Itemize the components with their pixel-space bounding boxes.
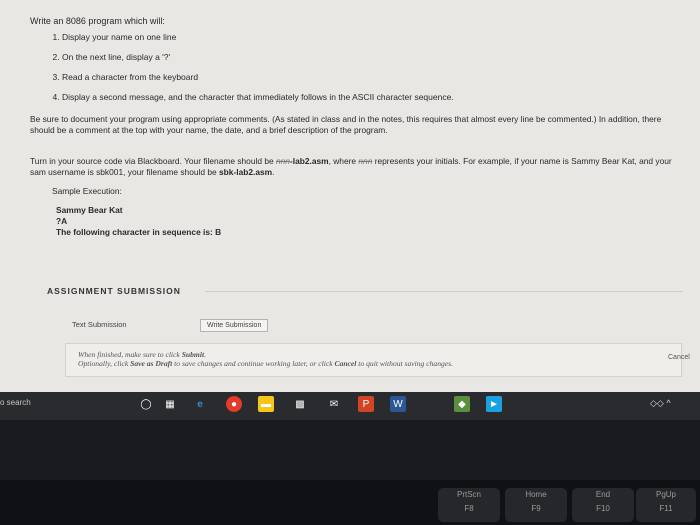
sample-line: ?A: [56, 216, 68, 226]
assignment-instructions: Write an 8086 program which will: Displa…: [30, 10, 680, 238]
step-item: Display a second message, and the charac…: [62, 92, 680, 102]
filename-note: Turn in your source code via Blackboard.…: [30, 156, 672, 177]
key-sublabel: F9: [531, 504, 541, 513]
key-end: End F10: [572, 488, 634, 522]
submission-section-title: ASSIGNMENT SUBMISSION: [47, 286, 181, 296]
key-sublabel: F10: [596, 504, 610, 513]
store-icon[interactable]: ▩: [292, 396, 308, 412]
laptop-bezel: [0, 420, 700, 480]
hint-line-2: Optionally, click Save as Draft to save …: [78, 359, 453, 368]
hint-line-1: When finished, make sure to click Submit…: [78, 350, 206, 359]
key-label: PgUp: [655, 490, 676, 499]
key-sublabel: F11: [659, 504, 673, 513]
hint-cancel: Cancel: [334, 359, 357, 368]
filename-note-mid: , where: [328, 156, 359, 166]
key-label: End: [595, 490, 611, 499]
documentation-note: Be sure to document your program using a…: [30, 114, 662, 135]
sample-execution: Sample Execution: Sammy Bear Kat ?A The …: [52, 186, 680, 238]
app-icon[interactable]: ◆: [454, 396, 470, 412]
sample-line: The following character in sequence is: …: [56, 227, 222, 237]
windows-taskbar: [0, 392, 700, 420]
hint-submit: Submit: [181, 350, 205, 359]
filename-initials: nnn: [275, 156, 290, 166]
key-label: Home: [525, 490, 547, 499]
hint-line-2-mid: to save changes and continue working lat…: [172, 359, 335, 368]
step-item: Display your name on one line: [62, 32, 680, 42]
filename-note-prefix: Turn in your source code via Blackboard.…: [30, 156, 276, 166]
sample-label: Sample Execution:: [52, 186, 122, 196]
key-prtscn: PrtScn F8: [438, 488, 500, 522]
hint-line-1-prefix: When finished, make sure to click: [78, 350, 182, 359]
hint-line-2-prefix: Optionally, click: [78, 359, 131, 368]
hint-save-draft: Save as Draft: [130, 359, 173, 368]
hint-line-2-rest: to quit without saving changes.: [356, 359, 454, 368]
instructions-intro: Write an 8086 program which will:: [30, 16, 165, 26]
word-icon[interactable]: W: [390, 396, 406, 412]
mail-icon[interactable]: ✉: [326, 396, 342, 412]
step-item: On the next line, display a '?': [62, 52, 680, 62]
key-label: PrtScn: [456, 490, 481, 499]
powerpoint-icon[interactable]: P: [358, 396, 374, 412]
cancel-button[interactable]: Cancel: [668, 354, 690, 361]
task-view-icon[interactable]: ◯: [138, 396, 154, 412]
instruction-steps: Display your name on one line On the nex…: [30, 32, 680, 102]
edge-icon[interactable]: e: [192, 396, 208, 412]
browser-content: Write an 8086 program which will: Displa…: [0, 0, 700, 392]
key-pgup: PgUp F11: [636, 488, 696, 522]
filename-bold: -lab2.asm: [289, 156, 329, 166]
filename-example: sbk-lab2.asm: [219, 167, 273, 177]
app2-icon[interactable]: ►: [486, 396, 502, 412]
taskbar-search[interactable]: o search: [0, 398, 31, 407]
tab-text-submission[interactable]: Text Submission: [68, 318, 131, 331]
submission-hint: When finished, make sure to click Submit…: [78, 350, 453, 368]
system-tray[interactable]: ◇◇ ^: [650, 398, 671, 409]
file-explorer-icon[interactable]: ▬: [258, 396, 274, 412]
task-view-icon[interactable]: ▦: [162, 396, 178, 412]
submission-tabs: Text Submission: [68, 318, 131, 331]
section-divider: [205, 291, 683, 292]
sample-line: Sammy Bear Kat: [56, 205, 123, 215]
key-sublabel: F8: [464, 504, 474, 513]
write-submission-button[interactable]: Write Submission: [200, 319, 269, 332]
key-home: Home F9: [505, 488, 567, 522]
filename-initials-2: nnn: [358, 156, 373, 166]
step-item: Read a character from the keyboard: [62, 72, 680, 82]
chrome-icon[interactable]: ●: [226, 396, 242, 412]
